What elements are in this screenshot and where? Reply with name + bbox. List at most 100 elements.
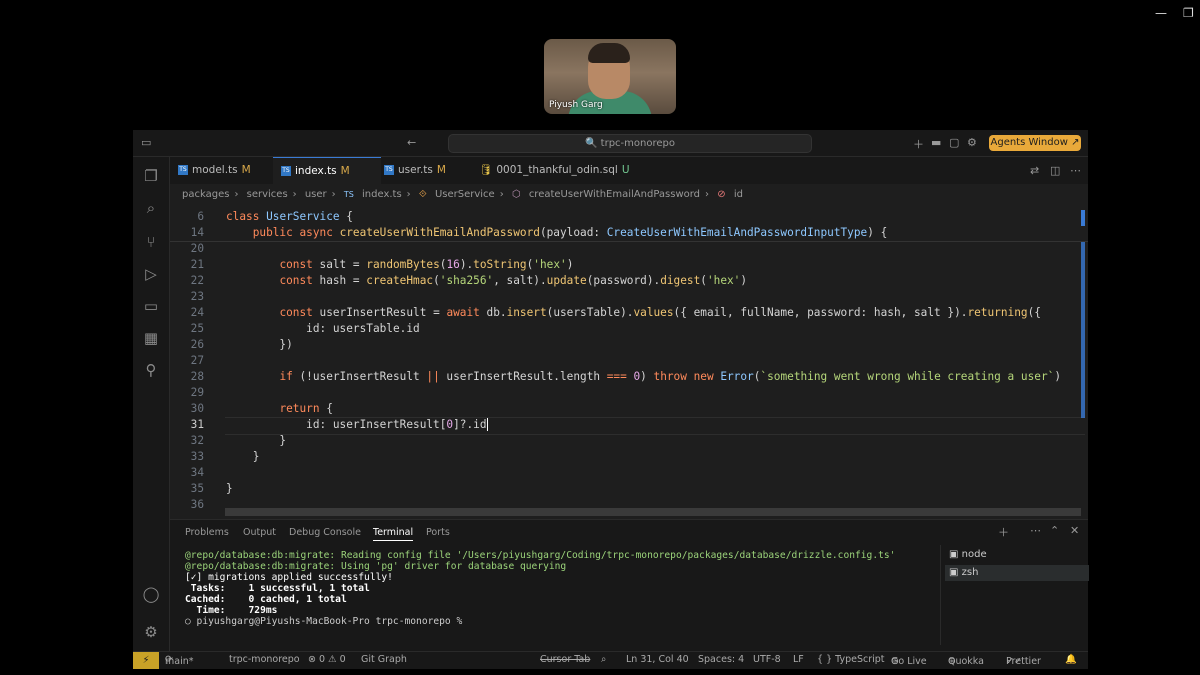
code-editor[interactable]: 6 14 20 21 22 23 24 25 26 27 28 29 30 31… [170,208,1080,518]
encoding[interactable]: UTF-8 [753,654,781,665]
notifications-bell-icon[interactable]: 🔔 [1065,654,1077,665]
line-number: 26 [190,338,204,351]
new-terminal-icon[interactable]: ＋ [998,524,1009,540]
code-line: } [226,434,287,447]
code-line: } [226,482,233,495]
code-line: class UserService { [226,210,353,223]
explorer-icon[interactable]: ❐ [141,167,161,185]
horizontal-scrollbar[interactable] [225,508,1081,516]
breadcrumb-item[interactable]: index.ts [362,189,402,200]
line-number: 14 [190,226,204,239]
line-number: 34 [190,466,204,479]
terminal-output[interactable]: @repo/database:db:migrate: Reading confi… [185,550,895,627]
status-bar: ⚡ ⑂ main* ⟳ trpc-monorepo ⊗ 0 ⚠ 0 Git Gr… [133,651,1088,669]
line-number: 21 [190,258,204,271]
code-line: if (!userInsertResult || userInsertResul… [279,370,1061,383]
line-number: 30 [190,402,204,415]
plus-icon[interactable]: ＋ [913,136,924,152]
back-arrow-icon[interactable]: ← [407,136,416,149]
tab-user-ts[interactable]: TS user.ts M [384,157,474,184]
code-line: return { [279,402,333,415]
prettier-label: Prettier [1006,656,1041,667]
remote-indicator-icon[interactable]: ⚡ [133,652,159,669]
class-icon: ⟐ [418,189,427,200]
line-number: 32 [190,434,204,447]
breadcrumb-item[interactable]: services [247,189,288,200]
repo-name[interactable]: trpc-monorepo [229,654,300,665]
line-number: 20 [190,242,204,255]
chat-icon[interactable]: ▢ [949,136,959,149]
command-center-search[interactable]: 🔍 trpc-monorepo [448,134,812,153]
indentation[interactable]: Spaces: 4 [698,654,744,665]
maximize-panel-icon[interactable]: ⌃ [1050,524,1059,537]
panel-toggle-icon[interactable]: ▬ [931,136,941,149]
problems-count[interactable]: ⊗ 0 ⚠ 0 [308,654,346,665]
breadcrumb-item[interactable]: UserService [435,189,495,200]
zoom-icon[interactable]: ⌕ [601,654,606,665]
code-line: } [226,450,260,463]
terminal-item-label: zsh [961,567,979,578]
search-icon[interactable]: ⌕ [141,199,161,217]
tab-label: index.ts [295,165,337,177]
editor-tabs: TS model.ts M TS index.ts M TS user.ts M 🛢 0001… [170,157,1088,185]
minimize-button[interactable]: — [1155,6,1167,20]
cursor-position[interactable]: Ln 31, Col 40 [626,654,689,665]
quokka-label: Quokka [948,656,984,667]
compare-icon[interactable]: ⇄ [1030,164,1039,177]
agents-window-button[interactable]: Agents Window ↗ [989,135,1081,151]
more-actions-icon[interactable]: ⋯ [1030,524,1041,537]
breadcrumb-item[interactable]: createUserWithEmailAndPassword [529,189,700,200]
extensions-icon[interactable]: ▦ [141,329,161,347]
tab-label: user.ts [398,164,433,176]
tab-model-ts[interactable]: TS model.ts M [178,157,272,184]
accounts-icon[interactable]: ◯ [141,585,161,603]
branch-indicator[interactable]: ⑂ main* ⟳ [165,654,194,667]
tab-sql-file[interactable]: 🛢 0001_thankful_odin.sql U [479,157,639,184]
database-icon[interactable]: ⚲ [141,361,161,379]
tab-debug-console[interactable]: Debug Console [289,527,361,538]
git-graph-button[interactable]: Git Graph [361,654,407,665]
manage-gear-icon[interactable]: ⚙ [141,623,161,641]
close-panel-icon[interactable]: ✕ [1070,524,1079,537]
line-number: 29 [190,386,204,399]
toggle-sidebar-icon[interactable]: ▭ [141,136,151,149]
tab-output[interactable]: Output [243,527,276,538]
terminal-item-zsh[interactable]: ▣ zsh [945,565,1089,581]
breadcrumb-item[interactable]: packages [182,189,229,200]
tab-label: model.ts [192,164,238,176]
source-control-icon[interactable]: ⑂ [141,233,161,251]
code-line: public async createUserWithEmailAndPassw… [252,226,888,239]
line-number: 24 [190,306,204,319]
split-editor-icon[interactable]: ◫ [1050,164,1060,177]
tab-ports[interactable]: Ports [426,527,450,538]
restore-button[interactable]: ❐ [1183,6,1194,20]
participant-hair [588,43,630,63]
remote-explorer-icon[interactable]: ▭ [141,297,161,315]
terminal-prompt: ○ piyushgarg@Piyushs-MacBook-Pro trpc-mo… [185,616,469,627]
participant-name: Piyush Garg [549,100,603,110]
tab-problems[interactable]: Problems [185,527,229,538]
branch-label: main* [165,656,194,667]
run-debug-icon[interactable]: ▷ [141,265,161,283]
terminal-line: [✓] migrations applied successfully! [185,572,393,583]
scroll-indicator [1081,210,1085,226]
vscode-window: ▭ ← 🔍 trpc-monorepo ＋ ▬ ▢ ⚙ Agents Windo… [133,130,1089,669]
search-label: trpc-monorepo [600,138,675,149]
tab-index-ts[interactable]: TS index.ts M [273,157,381,185]
bottom-panel: Problems Output Debug Console Terminal P… [170,519,1089,652]
tab-terminal[interactable]: Terminal [373,527,414,541]
breadcrumb-item[interactable]: user [305,189,327,200]
terminal-line: Time: 729ms [185,605,278,616]
code-line: id: userInsertResult[0]?.id [226,418,488,431]
tab-badge: U [621,164,630,176]
breadcrumb-item[interactable]: id [734,189,743,200]
tab-badge: M [340,165,350,177]
language-mode[interactable]: { } TypeScript [817,654,885,665]
cursor-tab-status[interactable]: Cursor Tab [540,654,590,665]
line-number: 36 [190,498,204,511]
terminal-item-node[interactable]: ▣ node [945,547,1089,563]
end-of-line[interactable]: LF [793,654,804,665]
titlebar: ▭ ← 🔍 trpc-monorepo ＋ ▬ ▢ ⚙ Agents Windo… [133,130,1088,157]
more-actions-icon[interactable]: ⋯ [1070,164,1081,177]
settings-gear-icon[interactable]: ⚙ [967,136,977,149]
